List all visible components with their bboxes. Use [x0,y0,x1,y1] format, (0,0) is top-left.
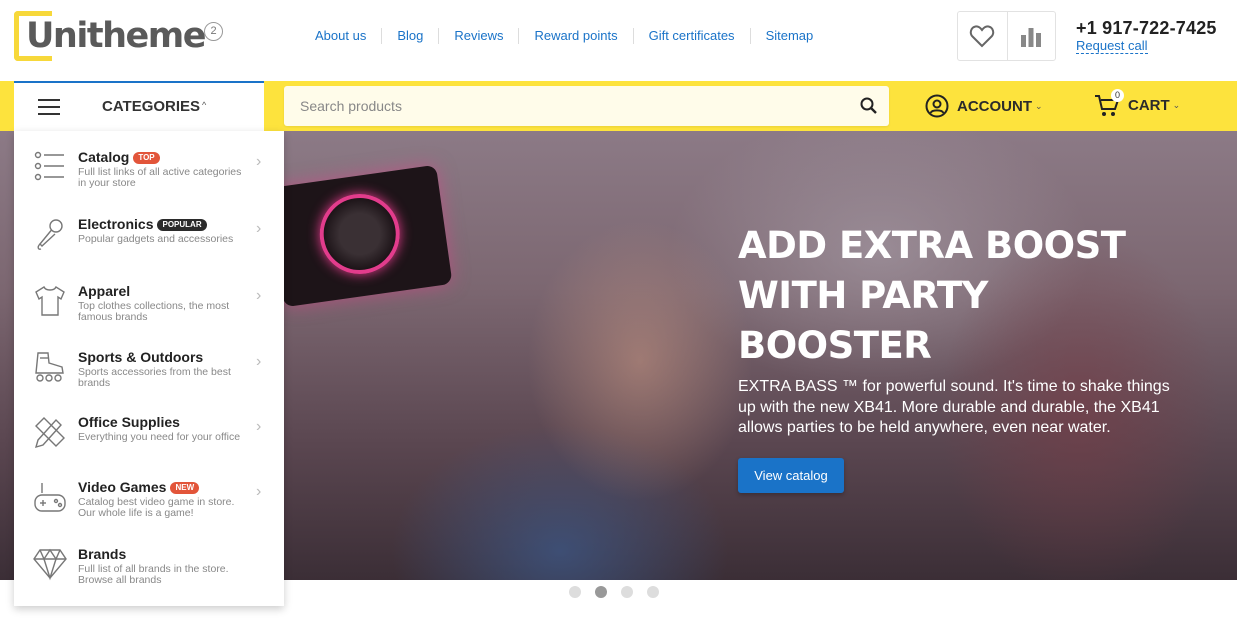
search-icon[interactable] [859,96,879,116]
chevron-right-icon: › [256,287,262,304]
chevron-right-icon: › [256,153,262,170]
phone-number: +1 917-722-7425 [1076,18,1217,38]
nav-link-sitemap[interactable]: Sitemap [751,28,829,44]
cart-label: CART [1128,96,1170,114]
header-icon-group [957,11,1056,61]
compare-button[interactable] [1006,12,1056,60]
category-item-electronics[interactable]: Electronics POPULAR Popular gadgets and a… [14,216,284,282]
wishlist-button[interactable] [958,12,1007,60]
search-box [284,86,889,126]
category-item-apparel[interactable]: Apparel Top clothes collections, the mos… [14,283,284,349]
pencil-ruler-icon [34,417,65,449]
rollerskate-icon [35,352,64,382]
nav-link-about-us[interactable]: About us [300,28,383,44]
view-catalog-button[interactable]: View catalog [738,458,844,493]
logo-text: Unitheme [26,16,206,56]
chevron-right-icon: › [256,353,262,370]
category-name: Apparel [78,283,131,299]
nav-link-gift-certificates[interactable]: Gift certificates [634,28,751,44]
categories-dropdown: Catalog TOP Full list links of all active… [14,131,284,606]
cart-count-badge: 0 [1111,89,1124,102]
categories-toggle[interactable]: CATEGORIES ^ [14,81,264,131]
hero-text: EXTRA BASS ™ for powerful sound. It's ti… [738,378,1170,436]
nav-link-blog[interactable]: Blog [382,28,440,44]
top-navigation: About us Blog Reviews Reward points Gift… [300,28,828,44]
hero-title: ADD EXTRA BOOST WITH PARTY BOOSTER [738,224,1126,367]
category-item-sports-outdoors[interactable]: Sports & Outdoors Sports accessories fro… [14,349,284,415]
category-name: Catalog [78,149,130,165]
chevron-down-icon: ⌄ [1035,100,1043,111]
category-name: Brands [78,546,127,562]
microphone-icon [37,219,63,250]
request-call-link[interactable]: Request call [1076,39,1148,54]
category-description: Everything you need for your office [78,431,241,443]
category-description: Top clothes collections, the most famous… [78,300,230,323]
category-badge: TOP [133,152,160,164]
tshirt-icon [35,285,65,316]
diamond-icon [33,548,67,581]
category-description: Catalog best video game in store. Our wh… [78,496,235,519]
chevron-down-icon: ⌄ [1172,99,1181,110]
category-item-video-games[interactable]: Video Games NEW Catalog best video game i… [14,479,284,545]
chevron-right-icon: › [256,220,262,237]
account-menu[interactable]: ACCOUNT ⌄ [925,94,1043,118]
account-label: ACCOUNT [957,97,1032,115]
category-item-brands[interactable]: Brands Full list of all brands in the st… [14,546,284,612]
chevron-right-icon: › [256,418,262,435]
chevron-right-icon: › [256,483,262,500]
category-item-office-supplies[interactable]: Office Supplies Everything you need for … [14,414,284,480]
heart-icon [970,25,995,48]
category-badge: POPULAR [157,219,207,231]
user-circle-icon [925,94,949,118]
category-description: Sports accessories from the best brands [78,366,231,389]
slider-dot[interactable] [569,586,581,598]
hamburger-icon [38,99,60,115]
search-input[interactable] [284,86,844,126]
category-name: Sports & Outdoors [78,349,204,365]
logo[interactable]: Unitheme 2 [14,11,223,61]
category-item-catalog[interactable]: Catalog TOP Full list links of all active… [14,149,284,215]
nav-link-reward-points[interactable]: Reward points [519,28,634,44]
category-badge: NEW [170,482,200,494]
logo-badge: 2 [204,22,223,41]
slider-dot[interactable] [621,586,633,598]
list-icon [34,151,64,181]
site-header: Unitheme 2 About us Blog Reviews Reward … [0,0,1237,81]
slider-dot[interactable] [647,586,659,598]
category-name: Electronics [78,216,154,232]
slider-dot-active[interactable] [595,586,607,598]
gamepad-icon [34,483,66,512]
cart-menu[interactable]: 0 CART ⌄ [1094,89,1181,118]
category-name: Office Supplies [78,414,180,430]
speaker-image [267,164,453,308]
slider-dots [569,586,673,598]
nav-link-reviews[interactable]: Reviews [439,28,520,44]
category-name: Video Games [78,479,167,495]
chevron-up-icon: ^ [202,100,207,110]
category-description: Full list of all brands in the store. Br… [78,563,229,586]
category-description: Full list links of all active categories… [78,166,242,189]
categories-label: CATEGORIES [102,98,201,115]
bar-chart-icon [1021,28,1042,47]
category-description: Popular gadgets and accessories [78,233,234,245]
